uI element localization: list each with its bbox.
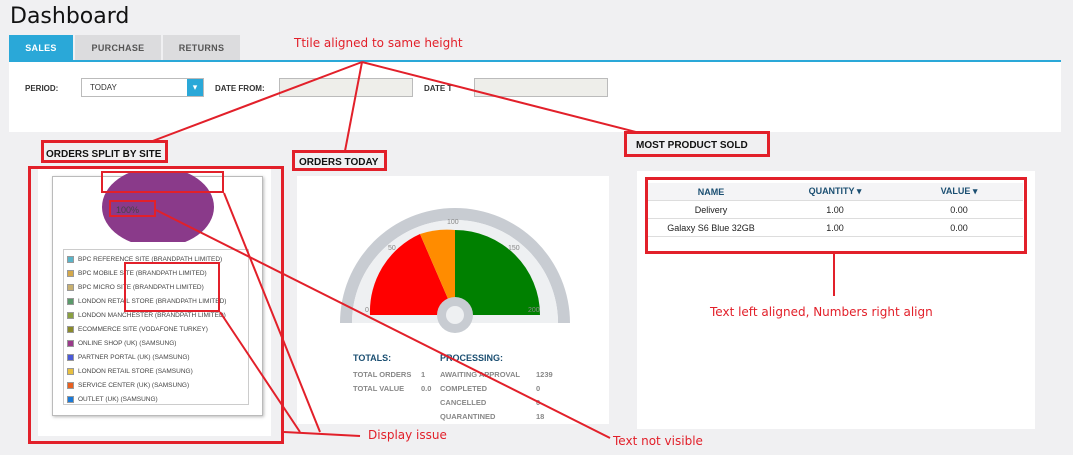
annotation-line <box>283 431 361 437</box>
annotation-text-not-visible: Text not visible <box>613 434 703 448</box>
annotation-text-align: Text left aligned, Numbers right align <box>710 305 933 319</box>
annotation-lines <box>149 61 835 439</box>
annotation-line <box>344 61 363 152</box>
annotation-title-align: Ttile aligned to same height <box>294 36 463 50</box>
annotation-line <box>361 61 641 134</box>
annotation-line <box>223 192 321 433</box>
annotation-display-issue: Display issue <box>368 428 447 442</box>
annotation-line <box>149 61 363 143</box>
annotation-line <box>155 209 611 439</box>
annotation-line <box>219 311 301 433</box>
